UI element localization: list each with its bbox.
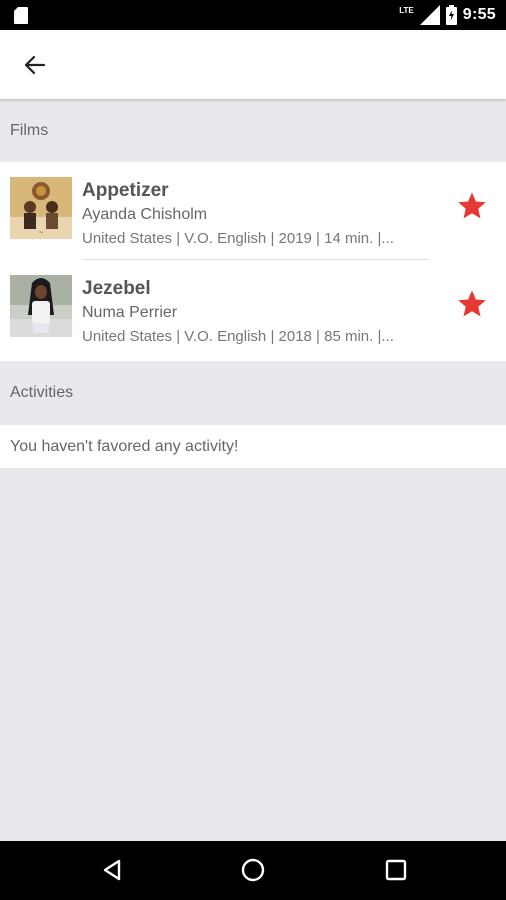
film-poster: ~ [10, 177, 72, 239]
film-list-item[interactable]: ~ Appetizer Ayanda Chisholm United State… [0, 162, 506, 260]
triangle-back-icon[interactable] [97, 855, 127, 885]
network-type: LTE [399, 5, 414, 15]
film-poster [10, 275, 72, 337]
star-icon[interactable] [456, 288, 488, 320]
film-director: Numa Perrier [82, 304, 178, 321]
film-meta: United States | V.O. English | 2018 | 85… [82, 328, 394, 345]
film-list-item[interactable]: Jezebel Numa Perrier United States | V.O… [0, 260, 506, 358]
activities-section-label: Activities [10, 384, 74, 401]
navigation-bar [0, 841, 506, 900]
status-indicators: LTE 9:55 [399, 0, 496, 30]
film-meta: United States | V.O. English | 2019 | 14… [82, 230, 394, 247]
activities-section-header: Activities [0, 362, 506, 424]
films-section-header: Films [0, 100, 506, 162]
film-title: Jezebel [82, 278, 151, 299]
sd-card-icon [14, 7, 28, 24]
square-recents-icon[interactable] [381, 855, 411, 885]
film-director: Ayanda Chisholm [82, 206, 208, 223]
activities-empty-message: You haven't favored any activity! [10, 437, 239, 455]
back-button[interactable] [18, 48, 52, 82]
signal-icon [419, 5, 440, 25]
films-section-label: Films [10, 122, 49, 139]
circle-home-icon[interactable] [238, 855, 268, 885]
arrow-left-icon [24, 55, 46, 75]
films-list: ~ Appetizer Ayanda Chisholm United State… [0, 162, 506, 361]
film-title: Appetizer [82, 180, 169, 201]
svg-text:~: ~ [38, 229, 43, 236]
status-time: 9:55 [462, 6, 496, 23]
app-bar [0, 30, 506, 99]
status-bar: LTE 9:55 [0, 0, 506, 30]
star-icon[interactable] [456, 190, 488, 222]
battery-icon [445, 5, 457, 25]
activities-empty-state: You haven't favored any activity! [0, 425, 506, 468]
